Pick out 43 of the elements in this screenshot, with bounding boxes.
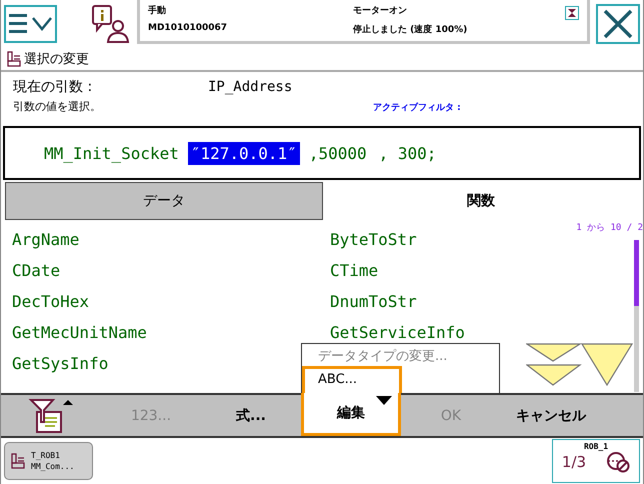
scroll-thumb[interactable]	[634, 240, 639, 306]
lock-disabled-icon	[606, 451, 630, 473]
argument-name: IP_Address	[208, 79, 292, 95]
function-item[interactable]: GetSysInfo	[12, 354, 108, 374]
program-icon	[7, 51, 21, 67]
active-filter-label: アクティブフィルタ :	[373, 101, 461, 114]
function-item[interactable]: DnumToStr	[330, 292, 417, 312]
operating-mode: 手動	[148, 4, 167, 17]
function-item[interactable]: GetServiceInfo	[330, 323, 465, 343]
view-title: 選択の変更	[24, 51, 89, 68]
toolbar-button[interactable]: キャンセル	[501, 395, 601, 436]
statement-argument[interactable]: MM_Init_Socket	[41, 142, 182, 164]
program-state: 停止しました (速度 100%)	[353, 23, 468, 36]
statement-argument[interactable]: ,50000	[306, 142, 370, 164]
statement-argument[interactable]: ″127.0.0.1″	[188, 142, 300, 164]
quickset-button[interactable]: ROB_1 1/3	[552, 439, 640, 483]
controller-name: MD1010100067	[148, 23, 228, 33]
menu-icon	[8, 12, 52, 36]
info-person-icon[interactable]	[91, 4, 131, 44]
program-icon	[11, 453, 25, 469]
function-item[interactable]: GetMecUnitName	[12, 323, 147, 343]
caret-icon	[376, 396, 392, 405]
motor-state: モーターオン	[353, 5, 408, 17]
function-item[interactable]: CTime	[330, 261, 378, 281]
task-button[interactable]: T_ROB1 MM_Com...	[4, 442, 93, 480]
function-item[interactable]: DecToHex	[12, 292, 90, 312]
argument-label: 現在の引数 :	[13, 78, 94, 96]
function-item[interactable]: CDate	[12, 261, 60, 281]
page-indicator: 1 から 10 / 2	[576, 222, 643, 234]
function-item[interactable]: ByteToStr	[330, 230, 417, 250]
filter-icon	[27, 398, 75, 434]
close-button[interactable]	[596, 4, 640, 44]
tab[interactable]: データ	[5, 182, 323, 220]
function-item[interactable]: ArgName	[12, 230, 80, 250]
toolbar-button[interactable]: 式...	[201, 395, 301, 436]
event-icon	[565, 6, 579, 20]
toolbar-button[interactable]: 編集	[301, 393, 401, 436]
scrollbar[interactable]	[634, 240, 639, 392]
instruction-text: 引数の値を選択。	[13, 99, 102, 114]
statement-argument[interactable]: , 300;	[376, 142, 440, 164]
menu-button[interactable]	[4, 5, 57, 43]
close-icon	[602, 8, 634, 40]
status-panel[interactable]: 手動 MD1010100067 モーターオン 停止しました (速度 100%)	[137, 0, 590, 44]
